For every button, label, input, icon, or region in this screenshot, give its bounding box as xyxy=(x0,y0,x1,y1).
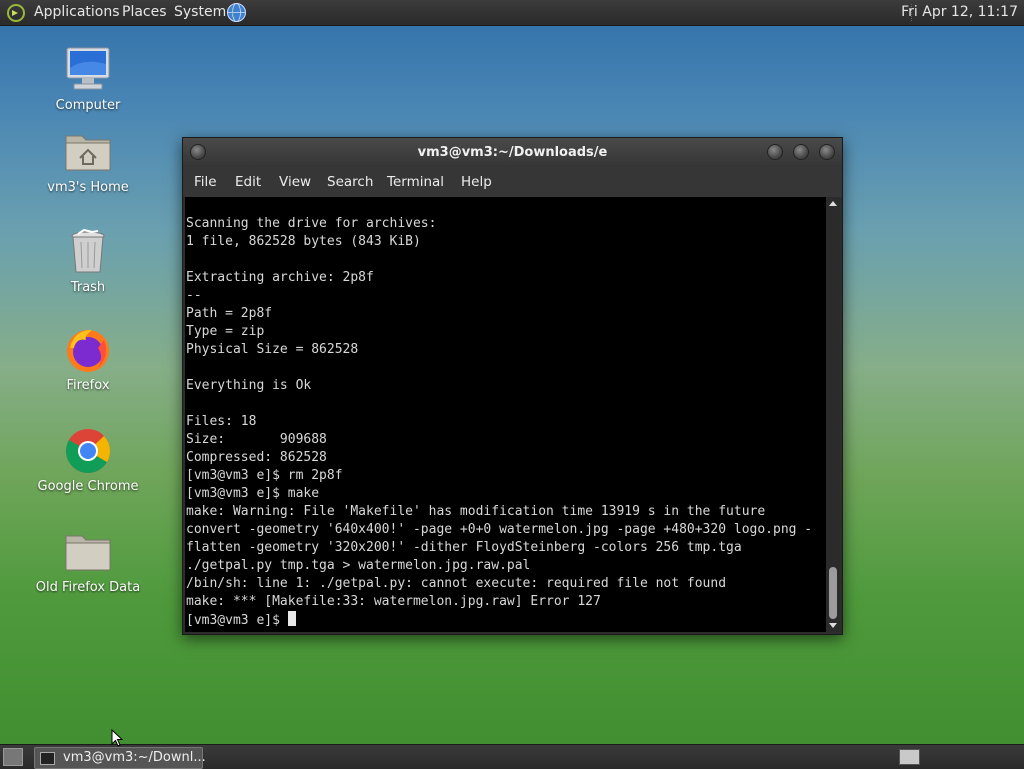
network-globe-icon[interactable] xyxy=(226,2,247,23)
terminal-line: -- xyxy=(186,288,202,303)
minimize-icon[interactable] xyxy=(767,144,783,160)
terminal-line: make: *** [Makefile:33: watermelon.jpg.r… xyxy=(186,594,601,609)
workspace-switcher[interactable] xyxy=(899,749,920,765)
menu-file[interactable]: File xyxy=(194,167,217,197)
menu-edit[interactable]: Edit xyxy=(235,167,261,197)
menu-view[interactable]: View xyxy=(279,167,311,197)
mouse-pointer-icon xyxy=(111,729,123,747)
desktop-icon-label: vm3's Home xyxy=(47,180,129,195)
show-desktop-icon[interactable] xyxy=(3,748,23,766)
menu-help[interactable]: Help xyxy=(461,167,492,197)
terminal-line: ./getpal.py tmp.tga > watermelon.jpg.raw… xyxy=(186,558,531,573)
trash-icon xyxy=(64,228,112,276)
window-title: vm3@vm3:~/Downloads/e xyxy=(417,145,608,160)
terminal-line: 1 file, 862528 bytes (843 KiB) xyxy=(186,234,421,249)
terminal-line: Size: 909688 xyxy=(186,432,327,447)
terminal-output[interactable]: Scanning the drive for archives: 1 file,… xyxy=(185,197,826,632)
terminal-line: Compressed: 862528 xyxy=(186,450,327,465)
home-folder-icon xyxy=(64,128,112,176)
maximize-icon[interactable] xyxy=(793,144,809,160)
applications-menu[interactable]: Applications xyxy=(34,0,120,25)
desktop-icon-label: Computer xyxy=(55,98,121,113)
window-menubar: File Edit View Search Terminal Help xyxy=(183,167,842,197)
scrollbar-thumb[interactable] xyxy=(829,567,837,619)
desktop-icon-label: Trash xyxy=(70,280,106,295)
close-icon[interactable] xyxy=(819,144,835,160)
folder-icon xyxy=(64,528,112,576)
terminal-line: Everything is Ok xyxy=(186,378,312,393)
desktop-icon-home[interactable]: vm3's Home xyxy=(33,128,143,195)
terminal-line: Extracting archive: 2p8f xyxy=(186,270,374,285)
computer-icon xyxy=(64,46,112,94)
terminal-line: Physical Size = 862528 xyxy=(186,342,359,357)
terminal-prompt-line[interactable]: [vm3@vm3 e]$ xyxy=(185,611,826,629)
terminal-line: Files: 18 xyxy=(186,414,257,429)
terminal-prompt: [vm3@vm3 e]$ xyxy=(186,613,288,628)
system-menu[interactable]: System xyxy=(174,0,226,25)
terminal-line: make: Warning: File 'Makefile' has modif… xyxy=(186,504,766,519)
firefox-icon xyxy=(64,326,112,374)
desktop-icon-chrome[interactable]: Google Chrome xyxy=(33,427,143,494)
taskbar-item-label: vm3@vm3:~/Downl... xyxy=(63,750,206,765)
clock[interactable]: Fri Apr 12, 11:17 xyxy=(901,0,1018,25)
menu-search[interactable]: Search xyxy=(327,167,373,197)
desktop-icon-trash[interactable]: Trash xyxy=(33,228,143,295)
terminal-line: /bin/sh: line 1: ./getpal.py: cannot exe… xyxy=(186,576,727,591)
terminal-window: vm3@vm3:~/Downloads/e File Edit View Sea… xyxy=(182,137,843,635)
terminal-cursor xyxy=(287,611,296,626)
terminal-line: Scanning the drive for archives: xyxy=(186,216,437,231)
terminal-scrollbar[interactable] xyxy=(826,197,840,632)
terminal-line: [vm3@vm3 e]$ rm 2p8f xyxy=(186,468,343,483)
desktop-icon-firefox[interactable]: Firefox xyxy=(33,326,143,393)
desktop-icon-computer[interactable]: Computer xyxy=(33,46,143,113)
terminal-line: [vm3@vm3 e]$ make xyxy=(186,486,320,501)
terminal-icon xyxy=(40,752,55,765)
terminal-line: flatten -geometry '320x200!' -dither Flo… xyxy=(186,540,742,555)
desktop-icon-old-firefox-data[interactable]: Old Firefox Data xyxy=(33,528,143,595)
bottom-panel: vm3@vm3:~/Downl... xyxy=(0,744,1024,769)
taskbar-item-terminal[interactable]: vm3@vm3:~/Downl... xyxy=(34,747,206,769)
scroll-up-icon[interactable] xyxy=(829,201,837,206)
chrome-icon xyxy=(64,427,112,475)
desktop-icon-label: Firefox xyxy=(66,378,110,393)
top-panel: Applications Places System Fri Apr 12, 1… xyxy=(0,0,1024,26)
desktop-icon-label: Old Firefox Data xyxy=(35,580,141,595)
terminal-line: Path = 2p8f xyxy=(186,306,273,321)
window-titlebar[interactable]: vm3@vm3:~/Downloads/e xyxy=(183,138,842,167)
places-menu[interactable]: Places xyxy=(122,0,167,25)
terminal-line: convert -geometry '640x400!' -page +0+0 … xyxy=(186,522,813,537)
distro-logo-icon[interactable] xyxy=(6,3,26,23)
desktop-icon-label: Google Chrome xyxy=(37,479,139,494)
menu-terminal[interactable]: Terminal xyxy=(387,167,444,197)
terminal-line: Type = zip xyxy=(186,324,265,339)
scroll-down-icon[interactable] xyxy=(829,623,837,628)
